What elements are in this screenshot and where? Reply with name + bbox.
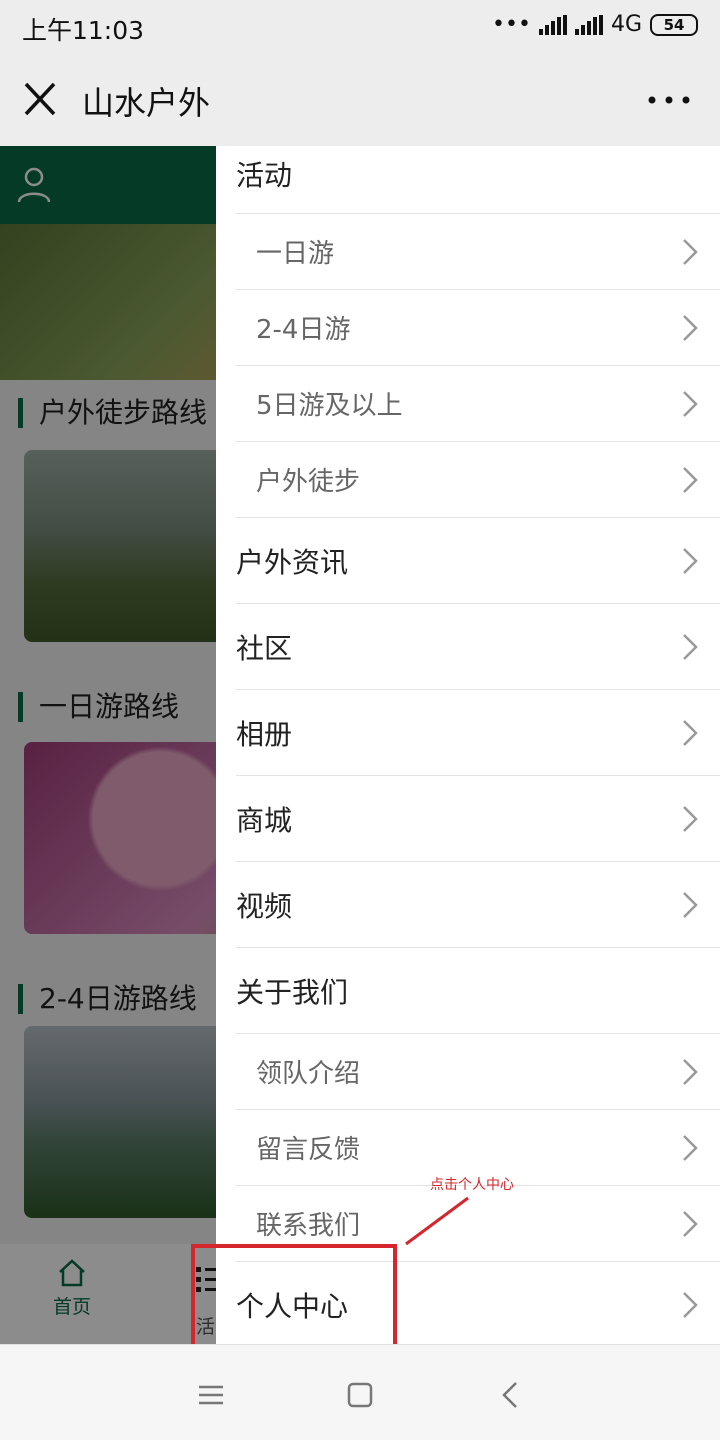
chevron-right-icon [683, 238, 698, 265]
menu-item-label: 户外徒步 [256, 467, 361, 497]
menu-item[interactable]: 关于我们 [236, 948, 720, 1034]
system-nav-bar [0, 1344, 720, 1440]
close-icon[interactable] [20, 76, 60, 122]
title-bar: 山水户外 [0, 52, 720, 146]
menu-item[interactable]: 户外徒步 [236, 442, 720, 518]
menu-item[interactable]: 活动 [236, 146, 720, 214]
back-icon[interactable] [496, 1379, 528, 1411]
menu-icon[interactable] [195, 1379, 227, 1411]
more-icon[interactable] [644, 80, 694, 120]
menu-item-label: 视频 [236, 889, 293, 923]
chevron-right-icon [683, 1210, 698, 1237]
menu-item[interactable]: 一日游 [236, 214, 720, 290]
dots-icon: ••• [492, 12, 531, 37]
menu-item-label: 留言反馈 [256, 1135, 361, 1165]
chevron-right-icon [683, 633, 698, 660]
chevron-right-icon [683, 891, 698, 918]
chevron-right-icon [683, 719, 698, 746]
menu-item-label: 5日游及以上 [256, 391, 403, 421]
menu-item-label: 相册 [236, 717, 293, 751]
signal-icon [538, 14, 567, 35]
status-time: 上午11:03 [22, 16, 145, 45]
menu-item[interactable]: 社区 [236, 604, 720, 690]
signal-icon-2 [574, 14, 603, 35]
menu-item-label: 一日游 [256, 239, 335, 269]
annotation-text: 点击个人中心 [430, 1177, 514, 1193]
menu-item[interactable]: 5日游及以上 [236, 366, 720, 442]
menu-item-label: 关于我们 [236, 975, 349, 1009]
network-type: 4G [610, 12, 642, 37]
status-bar: 上午11:03 ••• 4G 54 [0, 0, 720, 52]
menu-item-label: 领队介绍 [256, 1059, 361, 1089]
home-square-icon[interactable] [344, 1379, 376, 1411]
annotation-highlight-box [191, 1244, 397, 1354]
chevron-right-icon [683, 805, 698, 832]
battery-icon: 54 [650, 13, 698, 36]
annotation-arrow [405, 1196, 469, 1246]
chevron-right-icon [683, 547, 698, 574]
menu-item[interactable]: 相册 [236, 690, 720, 776]
page-title: 山水户外 [82, 84, 211, 122]
chevron-right-icon [683, 1134, 698, 1161]
menu-item[interactable]: 2-4日游 [236, 290, 720, 366]
menu-item[interactable]: 户外资讯 [236, 518, 720, 604]
menu-item-label: 活动 [236, 159, 293, 192]
chevron-right-icon [683, 1058, 698, 1085]
status-icons: ••• 4G 54 [492, 12, 698, 37]
menu-item-label: 2-4日游 [256, 315, 351, 345]
menu-item[interactable]: 领队介绍 [236, 1034, 720, 1110]
menu-item-label: 商城 [236, 803, 293, 837]
chevron-right-icon [683, 314, 698, 341]
menu-item-label: 社区 [236, 631, 293, 665]
menu-item-label: 户外资讯 [236, 545, 349, 579]
menu-item-label: 联系我们 [256, 1211, 361, 1241]
chevron-right-icon [683, 1291, 698, 1318]
menu-item[interactable]: 商城 [236, 776, 720, 862]
chevron-right-icon [683, 466, 698, 493]
menu-item[interactable]: 视频 [236, 862, 720, 948]
chevron-right-icon [683, 390, 698, 417]
side-drawer-menu: 活动一日游 2-4日游 5日游及以上 户外徒步户外资讯社区相册商城视频关于我们领队介绍… [216, 146, 720, 1348]
